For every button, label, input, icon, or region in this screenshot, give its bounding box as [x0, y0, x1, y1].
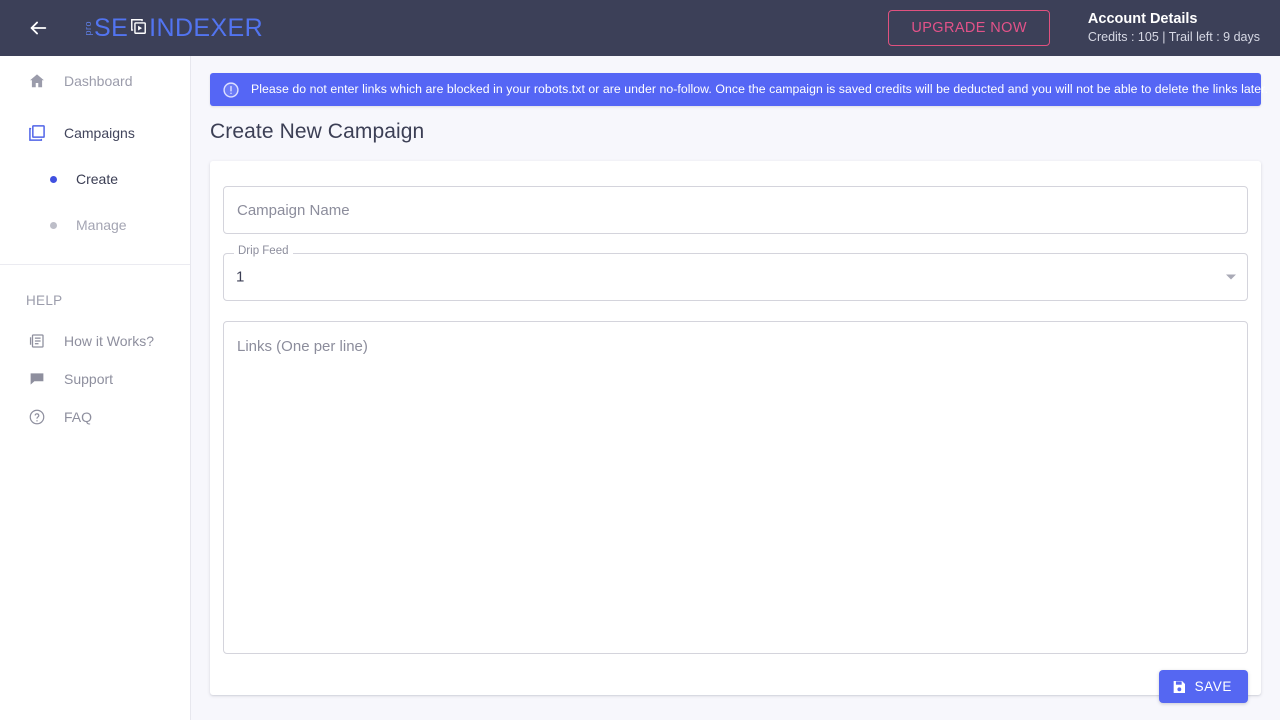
drip-feed-value: 1	[236, 268, 245, 286]
sidebar-item-campaigns[interactable]: Campaigns	[0, 114, 190, 152]
account-credits-text: Credits : 105 | Trail left : 9 days	[1087, 30, 1260, 45]
links-placeholder: Links (One per line)	[237, 338, 368, 355]
sidebar-subitem-create[interactable]: Create	[0, 160, 190, 198]
drip-feed-label: Drip Feed	[234, 245, 293, 258]
sidebar-subitem-manage[interactable]: Manage	[0, 206, 190, 244]
layers-icon	[26, 122, 48, 144]
back-button[interactable]	[18, 8, 58, 48]
card-footer: SAVE	[223, 670, 1248, 703]
chat-icon	[26, 368, 48, 390]
sidebar-item-how-it-works-label: How it Works?	[64, 333, 154, 349]
sidebar-item-support[interactable]: Support	[0, 360, 190, 398]
sidebar-item-faq-label: FAQ	[64, 409, 93, 425]
main-content: Please do not enter links which are bloc…	[191, 56, 1280, 720]
warning-banner-text: Please do not enter links which are bloc…	[251, 82, 1269, 97]
top-bar-right: UPGRADE NOW Account Details Credits : 10…	[888, 10, 1280, 46]
upgrade-now-button[interactable]: UPGRADE NOW	[888, 10, 1050, 46]
account-details[interactable]: Account Details Credits : 105 | Trail le…	[1088, 10, 1260, 46]
save-button[interactable]: SAVE	[1158, 670, 1248, 703]
create-campaign-card: Campaign Name Drip Feed 1 Links (One per…	[210, 161, 1261, 703]
bullet-dot-icon	[50, 221, 57, 229]
campaign-name-input[interactable]: Campaign Name	[223, 186, 1248, 234]
account-details-title: Account Details	[1087, 10, 1198, 27]
sidebar-subitem-manage-label: Manage	[76, 217, 127, 233]
links-textarea[interactable]: Links (One per line)	[223, 321, 1248, 654]
drip-feed-select[interactable]: Drip Feed 1	[223, 245, 1248, 301]
warning-banner: Please do not enter links which are bloc…	[210, 73, 1268, 106]
logo-text-part1: SE	[94, 13, 129, 42]
app-logo[interactable]: pro SE INDEXER	[83, 10, 264, 46]
launch-window-icon	[129, 17, 148, 41]
article-icon	[26, 330, 48, 352]
arrow-left-icon	[27, 17, 49, 39]
sidebar-item-how-it-works[interactable]: How it Works?	[0, 322, 190, 360]
campaign-name-placeholder: Campaign Name	[237, 201, 350, 219]
home-icon	[26, 70, 48, 92]
sidebar-help-heading: HELP	[26, 293, 63, 308]
error-outline-icon	[222, 81, 241, 99]
logo-text-part2: INDEXER	[149, 13, 264, 42]
sidebar-subitem-create-label: Create	[76, 171, 119, 187]
sidebar: Dashboard Campaigns Create Manage HELP H…	[0, 56, 191, 720]
drip-feed-outline	[223, 253, 1248, 301]
sidebar-divider	[0, 264, 190, 265]
save-button-label: SAVE	[1194, 679, 1232, 694]
bullet-dot-icon	[50, 175, 57, 183]
sidebar-item-faq[interactable]: FAQ	[0, 398, 190, 436]
sidebar-item-dashboard-label: Dashboard	[64, 73, 133, 89]
sidebar-item-campaigns-label: Campaigns	[64, 125, 135, 141]
sidebar-item-dashboard[interactable]: Dashboard	[0, 62, 190, 100]
page-title: Create New Campaign	[210, 120, 425, 143]
logo-pro-text: pro	[83, 20, 93, 36]
save-icon	[1171, 679, 1187, 695]
help-circle-icon	[26, 406, 48, 428]
top-bar: pro SE INDEXER UPGRADE NOW Account Detai…	[0, 0, 1280, 56]
chevron-down-icon[interactable]	[1226, 274, 1236, 280]
sidebar-item-support-label: Support	[64, 371, 114, 387]
